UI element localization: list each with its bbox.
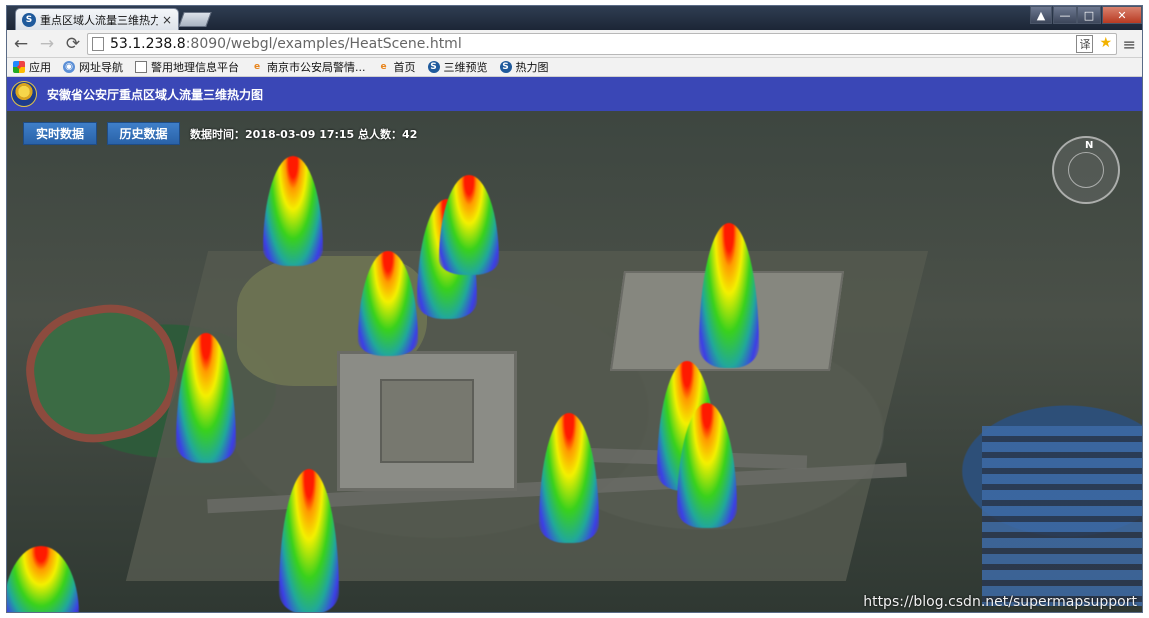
bookmark-label: 热力图 [515,61,549,74]
globe-icon: ◉ [63,61,75,73]
maximize-button[interactable]: □ [1077,6,1101,24]
browser-toolbar: ← → ⟳ 53.1.238.8 :8090/webgl/examples/He… [7,30,1142,58]
tab-bar: S 重点区域人流量三维热力图 × ▲ — □ ✕ [7,6,1142,30]
heat-column [439,175,499,275]
bookmark-label: 网址导航 [79,61,123,74]
url-host: 53.1.238.8 [110,36,186,52]
ie-icon: e [380,62,387,72]
blue-roof-blocks [982,426,1142,606]
tab-close-icon[interactable]: × [162,13,172,27]
bookmark-label: 应用 [29,61,51,74]
translate-icon[interactable]: 译 [1076,35,1094,53]
supermap-icon: S [499,61,512,73]
page-icon [92,37,104,51]
realtime-data-button[interactable]: 实时数据 [23,122,97,145]
minimize-button[interactable]: — [1053,6,1077,24]
bookmarks-bar: 应用 ◉ 网址导航 警用地理信息平台 e 南京市公安局警情... e 首页 S 三维预览… [7,58,1142,77]
running-track [16,294,188,453]
history-data-button[interactable]: 历史数据 [107,122,180,145]
address-bar[interactable]: 53.1.238.8 :8090/webgl/examples/HeatScen… [87,33,1117,55]
browser-menu-icon[interactable]: ≡ [1123,35,1136,54]
bookmark-heatmap[interactable]: S 热力图 [499,59,549,75]
heat-column [263,156,323,266]
3d-scene-canvas[interactable]: 实时数据 历史数据 数据时间：2018-03-09 17:15 总人数：42 N… [7,111,1142,612]
bookmark-star-icon[interactable]: ★ [1099,35,1112,53]
url-path: :8090/webgl/examples/HeatScene.html [185,36,462,52]
compass-north-label: N [1085,140,1094,151]
bookmark-label: 三维预览 [443,61,488,74]
police-badge-logo [11,81,37,107]
new-tab-button[interactable] [178,12,212,27]
bookmark-apps[interactable]: 应用 [13,59,51,75]
heat-column [699,223,759,368]
bookmark-home[interactable]: e 首页 [378,59,416,75]
address-bar-actions: 译 ★ [1076,35,1112,53]
supermap-icon: S [427,61,440,73]
bookmark-police-gis[interactable]: 警用地理信息平台 [135,59,239,75]
data-info-text: 数据时间：2018-03-09 17:15 总人数：42 [190,128,418,141]
main-building [337,351,517,491]
supermap-favicon-icon: S [22,12,36,27]
tab-heatscene[interactable]: S 重点区域人流量三维热力图 × [15,8,179,30]
bookmark-3d-preview[interactable]: S 三维预览 [427,59,488,75]
bookmark-label: 警用地理信息平台 [151,61,239,74]
app-header: 安徽省公安厅重点区域人流量三维热力图 [7,77,1142,111]
bookmark-nanjing-police[interactable]: e 南京市公安局警情... [251,59,366,75]
bookmark-label: 首页 [393,61,416,74]
document-icon [135,61,147,73]
watermark-text: https://blog.csdn.net/supermapsupport [863,594,1137,610]
heat-column [7,546,79,612]
compass-ring[interactable] [1068,152,1104,188]
ie-icon: e [253,62,261,72]
browser-window: S 重点区域人流量三维热力图 × ▲ — □ ✕ ← → ⟳ 53.1.238.… [6,5,1143,613]
close-window-button[interactable]: ✕ [1102,6,1142,24]
compass-navigation[interactable]: N [1052,136,1120,204]
page-title: 安徽省公安厅重点区域人流量三维热力图 [47,87,264,102]
bookmark-nav[interactable]: ◉ 网址导航 [63,59,123,75]
forward-button[interactable]: → [35,33,59,55]
back-button[interactable]: ← [9,33,33,55]
apps-icon [13,61,25,73]
profile-button[interactable]: ▲ [1030,6,1052,24]
tab-title: 重点区域人流量三维热力图 [40,13,158,27]
bookmark-label: 南京市公安局警情... [267,61,366,74]
reload-button[interactable]: ⟳ [61,33,85,55]
